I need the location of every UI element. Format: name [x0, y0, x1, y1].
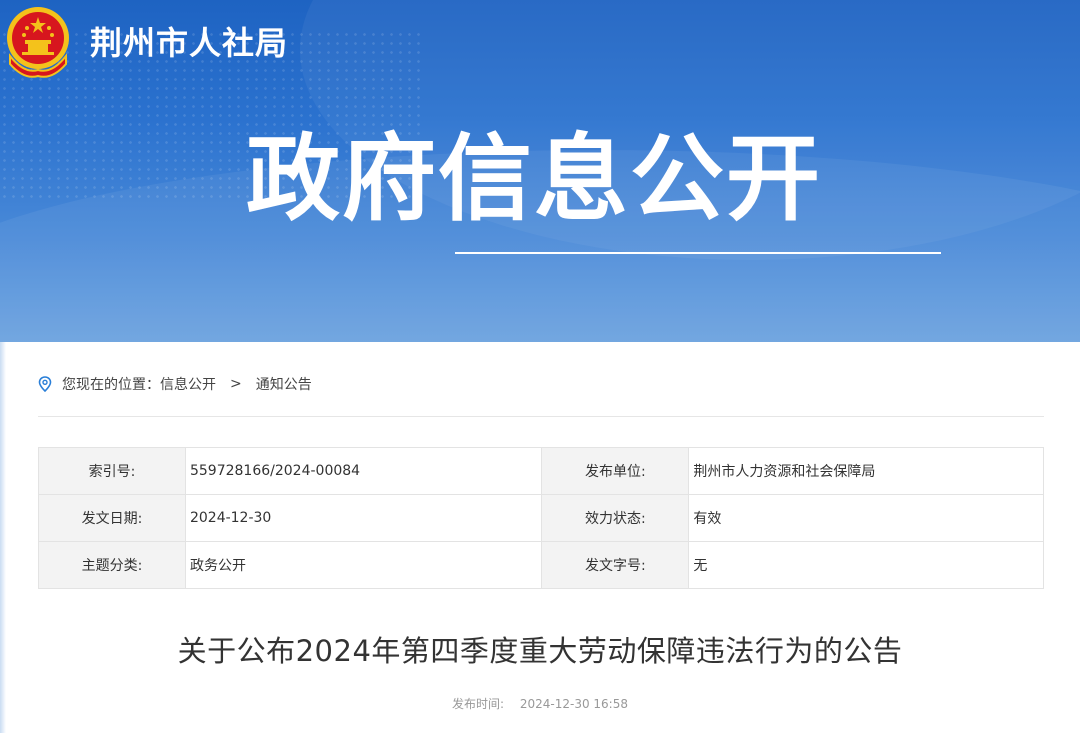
location-pin-icon	[38, 376, 52, 392]
banner-title: 政府信息公开	[246, 125, 823, 234]
table-row: 发文日期: 2024-12-30 效力状态: 有效	[38, 494, 1044, 542]
title-underline	[455, 252, 941, 254]
topic-category-label: 主题分类:	[38, 541, 186, 589]
document-number-value: 无	[688, 541, 1044, 589]
publish-time-value: 2024-12-30 16:58	[519, 697, 628, 711]
breadcrumb: 您现在的位置： 信息公开 > 通知公告	[38, 374, 312, 394]
publish-time: 发布时间: 2024-12-30 16:58	[0, 695, 1080, 712]
header-banner: 荆州市人社局 政府信息公开	[0, 0, 1080, 342]
topic-category-value: 政务公开	[184, 541, 543, 589]
site-name[interactable]: 荆州市人社局	[90, 18, 288, 64]
publish-time-label: 发布时间:	[451, 697, 505, 711]
validity-status-value: 有效	[688, 494, 1044, 542]
breadcrumb-item-info-disclosure[interactable]: 信息公开	[160, 374, 216, 394]
index-number-value: 559728166/2024-00084	[184, 447, 543, 495]
table-row: 主题分类: 政务公开 发文字号: 无	[38, 541, 1044, 589]
validity-status-label: 效力状态:	[541, 494, 690, 542]
document-metadata-table: 索引号: 559728166/2024-00084 发布单位: 荆州市人力资源和…	[38, 447, 1044, 589]
issuing-unit-value: 荆州市人力资源和社会保障局	[688, 447, 1044, 495]
breadcrumb-item-notices[interactable]: 通知公告	[256, 374, 312, 394]
table-row: 索引号: 559728166/2024-00084 发布单位: 荆州市人力资源和…	[38, 447, 1044, 495]
divider	[38, 416, 1044, 417]
index-number-label: 索引号:	[38, 447, 186, 495]
article-title: 关于公布2024年第四季度重大劳动保障违法行为的公告	[177, 634, 903, 668]
page-edge-decoration	[0, 342, 6, 733]
issue-date-label: 发文日期:	[38, 494, 186, 542]
document-number-label: 发文字号:	[541, 541, 690, 589]
issuing-unit-label: 发布单位:	[541, 447, 690, 495]
national-emblem-icon[interactable]	[4, 4, 72, 80]
breadcrumb-prefix: 您现在的位置：	[62, 377, 160, 393]
breadcrumb-separator: >	[230, 376, 242, 392]
issue-date-value: 2024-12-30	[184, 494, 543, 542]
